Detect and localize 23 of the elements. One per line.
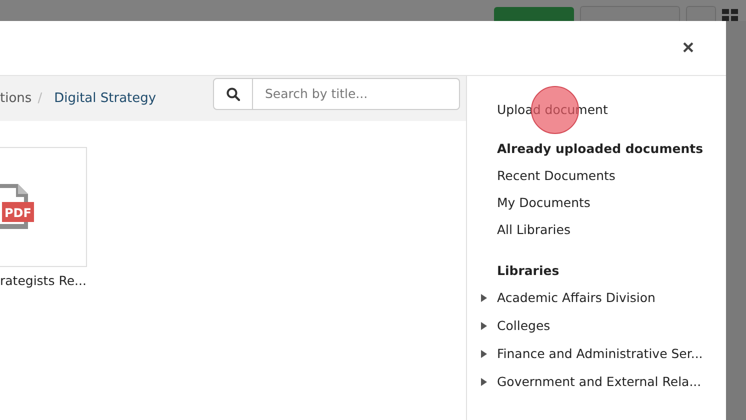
search-icon[interactable] bbox=[226, 86, 240, 100]
document-card[interactable]: PDF bbox=[0, 147, 87, 267]
breadcrumb-link[interactable]: tions bbox=[0, 91, 32, 106]
search-button[interactable] bbox=[213, 78, 253, 110]
section-heading: Already uploaded documents bbox=[497, 141, 704, 156]
breadcrumb-link[interactable]: Digital Strategy bbox=[54, 91, 156, 106]
document-title: rategists Re... bbox=[0, 273, 87, 288]
tree-item[interactable]: Colleges bbox=[497, 318, 550, 333]
sidebar-item[interactable]: Recent Documents bbox=[497, 168, 726, 183]
breadcrumb-separator: / bbox=[38, 91, 42, 106]
caret-icon[interactable] bbox=[480, 320, 488, 330]
close-button[interactable]: × bbox=[678, 38, 698, 58]
sidebar-item[interactable]: My Documents bbox=[497, 195, 726, 210]
caret-icon[interactable] bbox=[480, 376, 488, 386]
section-heading: Libraries bbox=[497, 263, 560, 278]
caret-icon[interactable] bbox=[480, 348, 488, 358]
grid-icon[interactable] bbox=[722, 9, 738, 21]
sidebar-item[interactable]: All Libraries bbox=[497, 222, 726, 237]
search-field[interactable]: Search by title... bbox=[253, 78, 460, 110]
tree-item[interactable]: Finance and Administrative Ser... bbox=[497, 346, 703, 361]
caret-icon[interactable] bbox=[480, 292, 488, 302]
tree-item[interactable]: Government and External Rela... bbox=[497, 374, 702, 389]
tree-item[interactable]: Academic Affairs Division bbox=[497, 290, 656, 305]
